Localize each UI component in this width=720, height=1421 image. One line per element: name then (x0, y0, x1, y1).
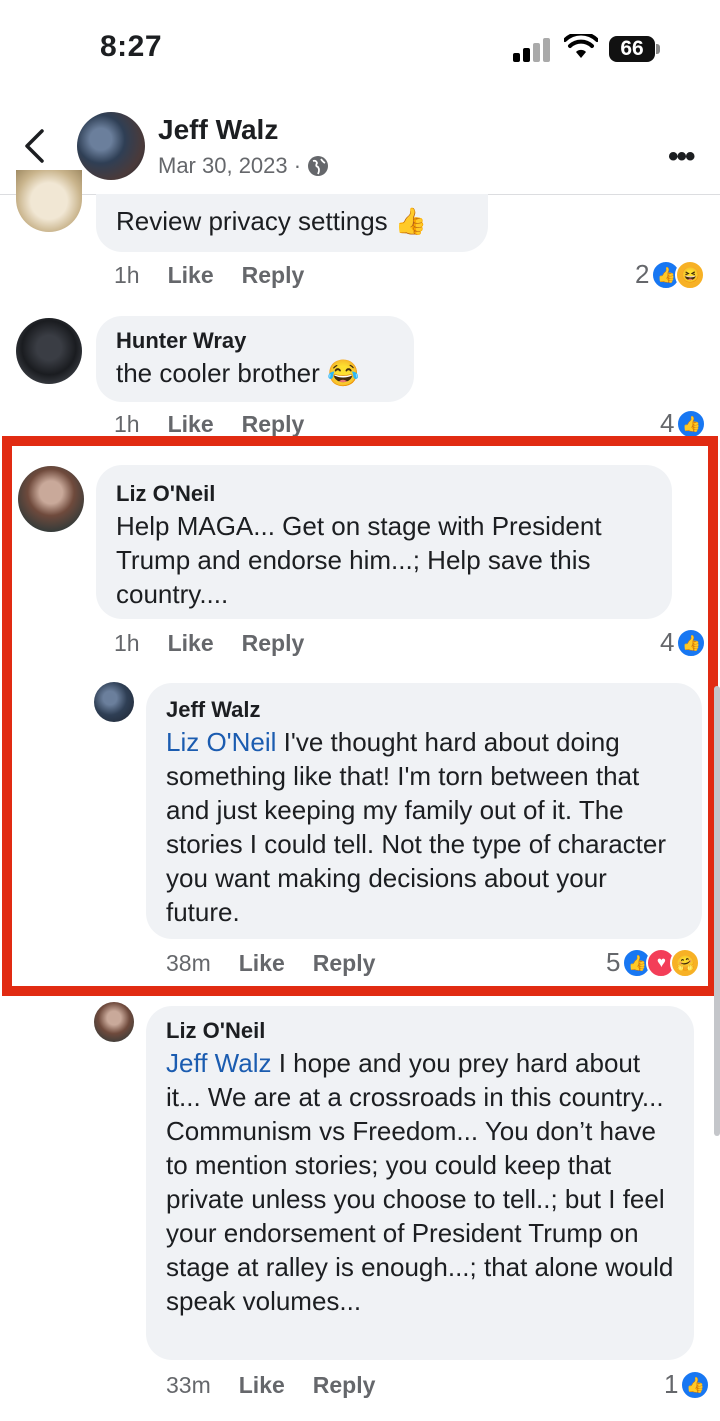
back-chevron-icon[interactable] (22, 128, 48, 164)
profile-avatar[interactable] (77, 112, 145, 180)
like-button[interactable]: Like (239, 1372, 285, 1399)
wifi-icon (564, 34, 598, 58)
post-date: Mar 30, 2023 · (158, 153, 329, 179)
like-button[interactable]: Like (168, 411, 214, 438)
like-button[interactable]: Like (168, 262, 214, 289)
reply-bubble: Liz O'Neil Jeff Walz I hope and you prey… (146, 1006, 694, 1360)
comment-text: Jeff Walz I hope and you prey hard about… (166, 1046, 674, 1318)
battery-tip (656, 44, 660, 54)
globe-icon (308, 156, 329, 176)
reply-button[interactable]: Reply (242, 411, 305, 438)
comment-author[interactable]: Hunter Wray (116, 326, 394, 356)
like-reaction-icon: 👍 (680, 1369, 711, 1400)
signal-icon (513, 38, 553, 62)
reaction-summary[interactable]: 1 👍 (664, 1369, 711, 1400)
comment-actions: 33m Like Reply (166, 1372, 375, 1399)
more-icon[interactable]: ••• (668, 140, 695, 174)
comment-time: 1h (114, 411, 140, 437)
highlight-box (2, 436, 718, 996)
scrollbar[interactable] (714, 686, 720, 1136)
commenter-avatar[interactable] (16, 318, 82, 384)
comment-body: I hope and you prey hard about it... We … (166, 1048, 674, 1316)
commenter-avatar[interactable] (94, 1002, 134, 1042)
comment-bubble: Hunter Wray the cooler brother 😂 (96, 316, 414, 402)
comment-time: 33m (166, 1372, 211, 1398)
comment-time: 1h (114, 262, 140, 288)
comment-actions: 1h Like Reply (114, 262, 304, 289)
haha-reaction-icon: 😆 (675, 259, 706, 290)
comment-text: the cooler brother 😂 (116, 358, 360, 388)
reply-button[interactable]: Reply (313, 1372, 376, 1399)
reaction-summary[interactable]: 4 👍 (660, 408, 707, 439)
status-time: 8:27 (100, 30, 163, 63)
mention-link[interactable]: Jeff Walz (166, 1048, 271, 1078)
post-date-text: Mar 30, 2023 · (158, 153, 302, 178)
reaction-count: 1 (664, 1369, 679, 1399)
reaction-count: 2 (635, 259, 650, 289)
reaction-count: 4 (660, 408, 675, 438)
commenter-avatar[interactable] (16, 170, 82, 232)
reaction-summary[interactable]: 2 👍 😆 (635, 259, 706, 290)
battery-icon: 66 (609, 36, 655, 62)
profile-name[interactable]: Jeff Walz (158, 114, 278, 146)
comment-author[interactable]: Liz O'Neil (166, 1016, 674, 1046)
like-reaction-icon: 👍 (676, 408, 707, 439)
comment-text: Review privacy settings 👍 (116, 206, 428, 236)
comment-bubble: Review privacy settings 👍 (96, 194, 488, 252)
reply-button[interactable]: Reply (242, 262, 305, 289)
comment-actions: 1h Like Reply (114, 411, 304, 438)
